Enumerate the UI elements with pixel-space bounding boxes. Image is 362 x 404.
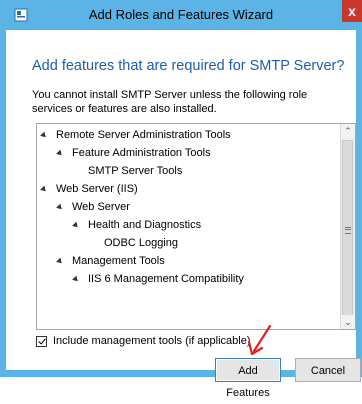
required-features-tree[interactable]: Remote Server Administration Tools Featu…	[36, 123, 356, 330]
expand-triangle-icon[interactable]	[56, 203, 64, 211]
tree-item-label: Health and Diagnostics	[88, 219, 202, 231]
tree-item-label: Feature Administration Tools	[72, 147, 211, 159]
tree-item[interactable]: Feature Administration Tools	[56, 145, 211, 161]
tree-item-label: IIS 6 Management Compatibility	[88, 273, 244, 285]
tree-item[interactable]: Management Tools	[56, 253, 165, 269]
title-bar[interactable]: Add Roles and Features Wizard x	[0, 0, 362, 30]
scroll-thumb[interactable]	[342, 140, 353, 316]
tree-item-label: Web Server (IIS)	[56, 183, 138, 195]
cancel-button[interactable]: Cancel	[295, 358, 361, 382]
expand-triangle-icon[interactable]	[56, 257, 64, 265]
expand-triangle-icon[interactable]	[56, 149, 64, 157]
window-title: Add Roles and Features Wizard	[88, 7, 274, 22]
close-button[interactable]: x	[342, 0, 362, 22]
scroll-grip-icon	[345, 227, 351, 234]
tree-item-label: SMTP Server Tools	[88, 165, 183, 177]
wizard-window: Add Roles and Features Wizard x Add feat…	[0, 0, 362, 399]
tree-item-label: Management Tools	[72, 255, 165, 267]
expand-triangle-icon[interactable]	[72, 275, 80, 283]
tree-item[interactable]: Health and Diagnostics	[72, 217, 202, 233]
tree-item[interactable]: Web Server (IIS)	[40, 181, 138, 197]
expand-triangle-icon[interactable]	[72, 221, 80, 229]
include-tools-option[interactable]: Include management tools (if applicable)	[36, 335, 251, 349]
tree-item-label: ODBC Logging	[104, 237, 178, 249]
tree-item[interactable]: IIS 6 Management Compatibility	[72, 271, 244, 287]
red-annotation-arrow-icon	[247, 324, 272, 356]
tree-item[interactable]: SMTP Server Tools	[88, 163, 182, 179]
scroll-down-arrow-icon[interactable]: ⌄	[341, 315, 355, 329]
tree-item[interactable]: Web Server	[56, 199, 130, 215]
dialog-description: You cannot install SMTP Server unless th…	[32, 89, 308, 115]
expand-triangle-icon[interactable]	[40, 131, 48, 139]
scroll-up-arrow-icon[interactable]: ⌃	[341, 124, 355, 138]
include-tools-checkbox[interactable]	[36, 335, 47, 347]
add-features-button[interactable]: Add Features	[215, 358, 281, 399]
tree-item[interactable]: ODBC Logging	[104, 235, 178, 251]
dialog-heading: Add features that are required for SMTP …	[32, 58, 345, 74]
dialog-content: Add features that are required for SMTP …	[6, 30, 361, 399]
tree-item[interactable]: Remote Server Administration Tools	[40, 127, 231, 143]
tree-scrollbar[interactable]: ⌃ ⌄	[340, 124, 355, 329]
tree-item-label: Web Server	[72, 201, 130, 213]
tree-item-label: Remote Server Administration Tools	[56, 129, 231, 141]
expand-triangle-icon[interactable]	[40, 185, 48, 193]
include-tools-label: Include management tools (if applicable)	[53, 335, 251, 348]
